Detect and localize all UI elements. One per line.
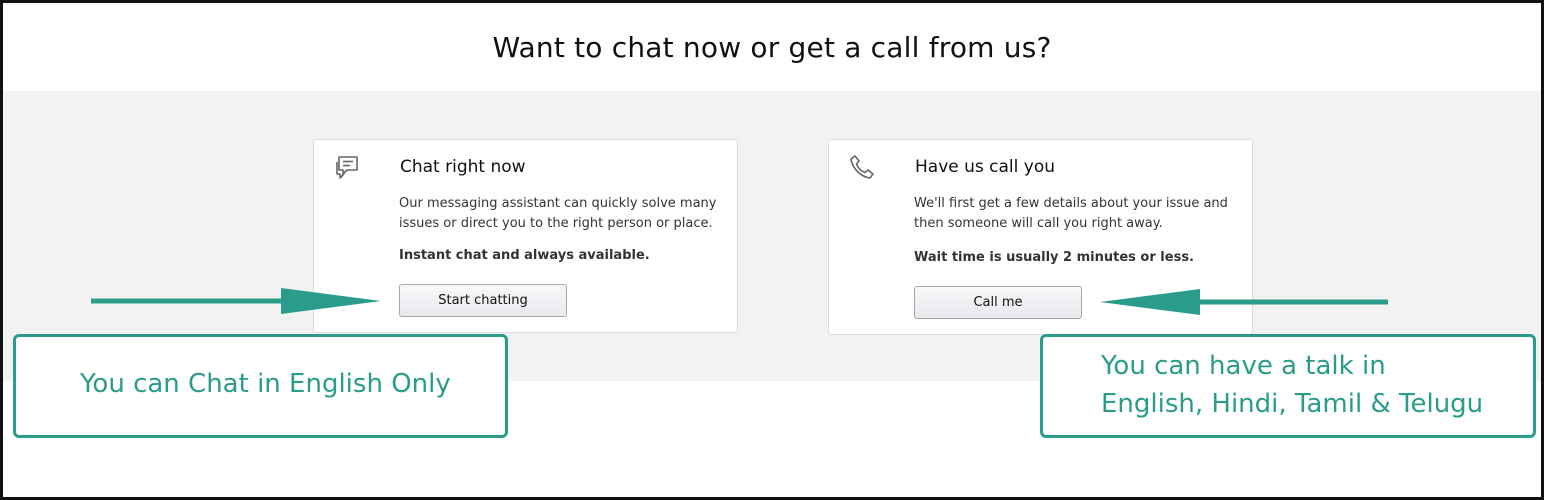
chat-language-text: You can Chat in English Only bbox=[80, 369, 451, 399]
screenshot-frame: Want to chat now or get a call from us? … bbox=[0, 0, 1544, 500]
chat-card-note: Instant chat and always available. bbox=[399, 248, 650, 263]
call-language-text: You can have a talk in English, Hindi, T… bbox=[1101, 347, 1483, 423]
page-header: Want to chat now or get a call from us? bbox=[3, 3, 1541, 91]
call-card-description: We'll first get a few details about your… bbox=[914, 196, 1228, 231]
call-card-title: Have us call you bbox=[915, 157, 1056, 177]
call-me-button[interactable]: Call me bbox=[914, 286, 1082, 319]
call-language-line-1: You can have a talk in bbox=[1101, 351, 1386, 381]
chat-bubble-icon bbox=[334, 154, 360, 180]
page-title: Want to chat now or get a call from us? bbox=[492, 30, 1052, 64]
chat-card-description: Our messaging assistant can quickly solv… bbox=[399, 196, 717, 231]
call-language-callout: You can have a talk in English, Hindi, T… bbox=[1040, 334, 1536, 438]
right-annotation-arrow bbox=[1100, 289, 1388, 315]
call-language-line-2: English, Hindi, Tamil & Telugu bbox=[1101, 389, 1484, 419]
left-annotation-arrow bbox=[91, 288, 381, 314]
start-chatting-button[interactable]: Start chatting bbox=[399, 284, 567, 317]
call-card-note: Wait time is usually 2 minutes or less. bbox=[914, 250, 1194, 265]
phone-icon bbox=[849, 154, 875, 180]
chat-language-callout: You can Chat in English Only bbox=[13, 334, 508, 438]
chat-card-title: Chat right now bbox=[400, 157, 526, 177]
